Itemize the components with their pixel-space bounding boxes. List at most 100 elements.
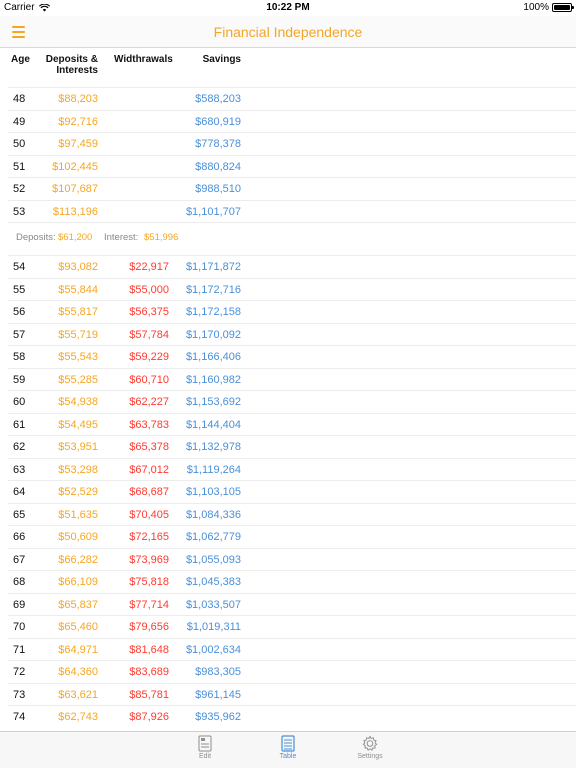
cell-age: 69 <box>13 598 26 611</box>
cell-deposits: $55,719 <box>58 328 98 341</box>
cell-deposits: $102,445 <box>52 160 98 173</box>
cell-savings: $1,172,716 <box>185 283 241 296</box>
table-row: 63 $53,298 $67,012 $1,119,264 <box>8 457 576 481</box>
table-body: 48 $88,203 $588,203 49 $92,716 $680,919 50 $97,… <box>0 87 576 728</box>
cell-savings: $1,033,507 <box>185 598 241 611</box>
table-row: 61 $54,495 $63,783 $1,144,404 <box>8 412 576 436</box>
cell-age: 56 <box>13 306 26 318</box>
cell-withdrawals: $56,375 <box>129 306 169 318</box>
summary-row: Deposits: $61,200 Interest: $51,996 <box>8 222 576 255</box>
cell-withdrawals: $68,687 <box>129 486 169 498</box>
cell-savings: $1,019,311 <box>186 621 241 633</box>
cell-age: 53 <box>13 205 26 218</box>
table-row: 48 $88,203 $588,203 <box>8 87 576 110</box>
table-row: 59 $55,285 $60,710 $1,160,982 <box>8 367 576 391</box>
cell-age: 54 <box>13 261 26 273</box>
table-row: 69 $65,837 $77,714 $1,033,507 <box>8 592 576 616</box>
cell-deposits: $66,282 <box>58 553 98 566</box>
table-row: 50 $97,459 $778,378 <box>8 132 576 155</box>
navigation-bar: Financial Independence <box>0 16 576 48</box>
summary-interest-label: Interest: <box>104 232 139 243</box>
cell-savings: $778,378 <box>195 138 241 150</box>
status-time: 10:22 PM <box>266 2 310 13</box>
cell-savings: $1,002,634 <box>185 643 241 656</box>
tab-table[interactable]: Table <box>258 735 318 760</box>
cell-withdrawals: $87,926 <box>129 711 169 723</box>
table-row: 70 $65,460 $79,656 $1,019,311 <box>8 615 576 638</box>
cell-age: 58 <box>13 351 26 363</box>
cell-savings: $880,824 <box>195 160 241 173</box>
tab-bar: Edit Table Settings <box>0 731 576 768</box>
header-deposits-line2: Interests <box>56 65 98 76</box>
cell-savings: $1,045,383 <box>185 576 241 588</box>
cell-savings: $1,160,982 <box>185 373 241 386</box>
rows-before-retirement: 48 $88,203 $588,203 49 $92,716 $680,919 50 $97,… <box>0 87 576 222</box>
table-row: 60 $54,938 $62,227 $1,153,692 <box>8 390 576 413</box>
cell-deposits: $66,109 <box>58 576 98 588</box>
cell-savings: $1,172,158 <box>185 306 241 318</box>
tab-edit[interactable]: Edit <box>175 735 235 760</box>
table-row: 71 $64,971 $81,648 $1,002,634 <box>8 637 576 661</box>
table-row: 52 $107,687 $988,510 <box>8 177 576 200</box>
cell-savings: $935,962 <box>195 711 241 723</box>
cell-withdrawals: $79,656 <box>129 621 169 633</box>
cell-savings: $1,062,779 <box>185 531 241 543</box>
cell-age: 64 <box>13 486 26 498</box>
cell-withdrawals: $62,227 <box>129 396 169 408</box>
cell-age: 59 <box>13 373 26 386</box>
cell-deposits: $50,609 <box>58 531 98 543</box>
cell-deposits: $64,360 <box>58 666 98 678</box>
cell-deposits: $64,971 <box>58 643 98 656</box>
summary-deposits-value: $61,200 <box>58 232 93 243</box>
cell-withdrawals: $81,648 <box>129 643 169 656</box>
cell-deposits: $54,495 <box>58 418 98 431</box>
cell-age: 49 <box>13 115 26 128</box>
cell-age: 66 <box>13 531 26 543</box>
header-age: Age <box>11 54 30 65</box>
cell-savings: $1,144,404 <box>185 418 241 431</box>
tab-settings-label: Settings <box>357 753 383 760</box>
cell-savings: $983,305 <box>195 666 241 678</box>
cell-savings: $1,055,093 <box>185 553 241 566</box>
cell-withdrawals: $85,781 <box>129 688 169 701</box>
tab-table-label: Table <box>279 753 297 760</box>
cell-age: 65 <box>13 508 26 521</box>
cell-withdrawals: $70,405 <box>129 508 169 521</box>
cell-withdrawals: $72,165 <box>129 531 169 543</box>
cell-savings: $1,170,092 <box>185 328 241 341</box>
header-savings: Savings <box>202 54 241 65</box>
cell-age: 62 <box>13 441 26 453</box>
table-row: 62 $53,951 $65,378 $1,132,978 <box>8 435 576 458</box>
cell-savings: $1,171,872 <box>185 261 241 273</box>
table-row: 64 $52,529 $68,687 $1,103,105 <box>8 480 576 503</box>
cell-savings: $1,101,707 <box>185 205 241 218</box>
status-bar: Carrier 10:22 PM 100% <box>0 0 576 16</box>
battery-icon <box>552 3 574 12</box>
battery-percent: 100% <box>523 2 549 13</box>
cell-age: 61 <box>13 418 26 431</box>
cell-savings: $1,132,978 <box>185 441 241 453</box>
cell-age: 73 <box>13 688 26 701</box>
tab-settings[interactable]: Settings <box>340 735 400 760</box>
cell-savings: $1,103,105 <box>185 486 241 498</box>
cell-deposits: $93,082 <box>58 261 98 273</box>
list-icon <box>281 735 295 752</box>
cell-deposits: $55,543 <box>58 351 98 363</box>
table-row: 72 $64,360 $83,689 $983,305 <box>8 660 576 683</box>
cell-deposits: $54,938 <box>58 396 98 408</box>
cell-age: 70 <box>13 621 26 633</box>
cell-deposits: $53,951 <box>58 441 98 453</box>
cell-deposits: $113,196 <box>52 205 98 218</box>
cell-deposits: $97,459 <box>58 138 98 150</box>
table-row: 67 $66,282 $73,969 $1,055,093 <box>8 547 576 571</box>
summary-deposits-label: Deposits: <box>16 232 56 243</box>
cell-savings: $1,153,692 <box>185 396 241 408</box>
cell-withdrawals: $57,784 <box>129 328 169 341</box>
table-row: 73 $63,621 $85,781 $961,145 <box>8 682 576 706</box>
table-row: 49 $92,716 $680,919 <box>8 109 576 133</box>
cell-withdrawals: $73,969 <box>129 553 169 566</box>
cell-age: 68 <box>13 576 26 588</box>
cell-savings: $961,145 <box>195 688 241 701</box>
table-row: 74 $62,743 $87,926 $935,962 <box>8 705 576 728</box>
cell-age: 71 <box>13 643 26 656</box>
